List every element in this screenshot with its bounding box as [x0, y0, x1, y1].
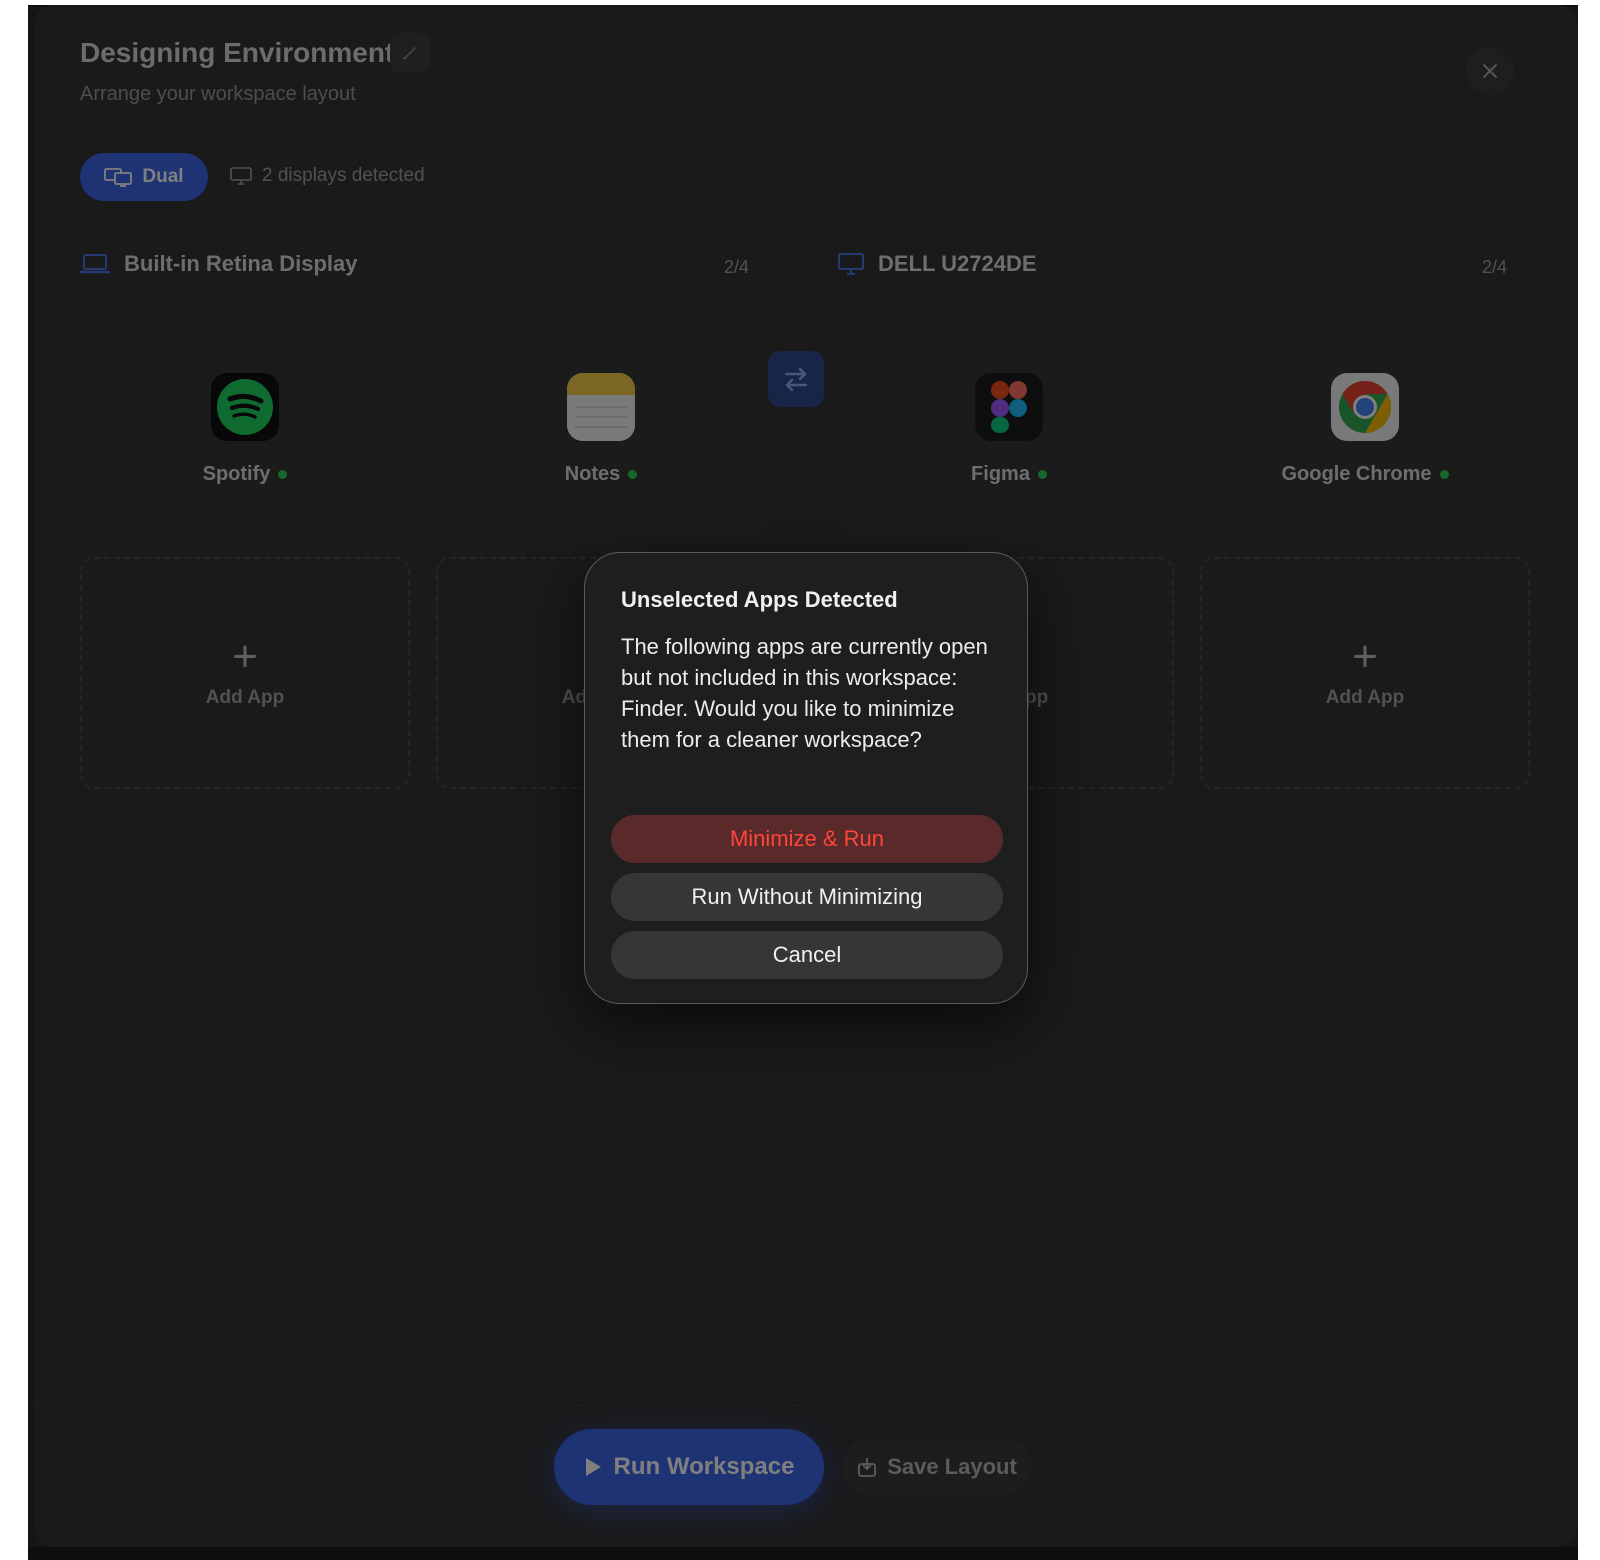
background-window-strip: [0, 0, 28, 1560]
dialog-message: The following apps are currently open bu…: [621, 634, 988, 752]
dialog-title: Unselected Apps Detected: [621, 587, 898, 612]
unselected-apps-dialog: Unselected Apps Detected The following a…: [584, 552, 1028, 1004]
cancel-button[interactable]: Cancel: [611, 931, 1003, 979]
run-without-minimizing-button[interactable]: Run Without Minimizing: [611, 873, 1003, 921]
minimize-and-run-button[interactable]: Minimize & Run: [611, 815, 1003, 863]
